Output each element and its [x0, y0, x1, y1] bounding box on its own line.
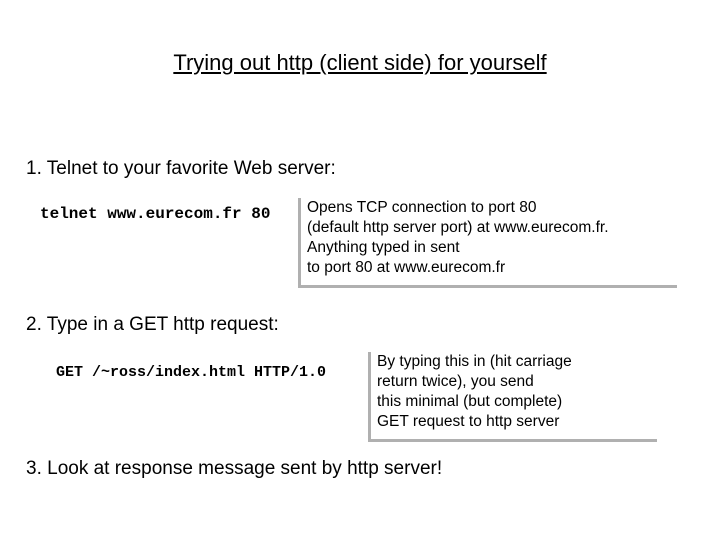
note-line: Opens TCP connection to port 80 — [307, 198, 677, 218]
step-2-command: GET /~ross/index.html HTTP/1.0 — [56, 364, 326, 381]
step-1-note: Opens TCP connection to port 80 (default… — [298, 198, 677, 288]
step-1-command: telnet www.eurecom.fr 80 — [40, 205, 270, 223]
step-1-label: 1. Telnet to your favorite Web server: — [26, 158, 336, 180]
note-line: (default http server port) at www.eureco… — [307, 218, 677, 238]
slide: Trying out http (client side) for yourse… — [0, 0, 720, 540]
note-line: to port 80 at www.eurecom.fr — [307, 258, 677, 278]
note-line: this minimal (but complete) — [377, 392, 657, 412]
step-2-note: By typing this in (hit carriage return t… — [368, 352, 657, 442]
note-line: Anything typed in sent — [307, 238, 677, 258]
note-line: return twice), you send — [377, 372, 657, 392]
note-line: GET request to http server — [377, 412, 657, 432]
step-2-label: 2. Type in a GET http request: — [26, 314, 279, 336]
step-3-label: 3. Look at response message sent by http… — [26, 458, 442, 480]
note-line: By typing this in (hit carriage — [377, 352, 657, 372]
slide-title: Trying out http (client side) for yourse… — [0, 50, 720, 76]
